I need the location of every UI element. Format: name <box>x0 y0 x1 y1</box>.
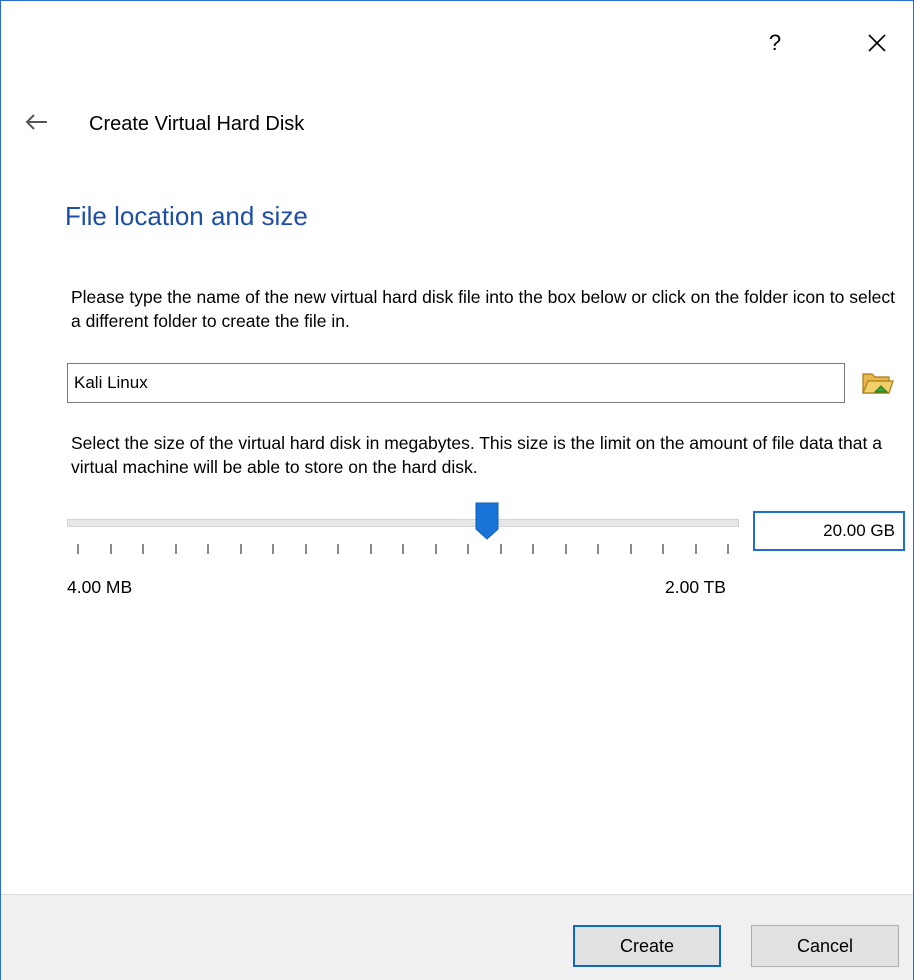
wizard-title: Create Virtual Hard Disk <box>89 113 305 135</box>
back-button[interactable] <box>23 109 53 139</box>
close-icon <box>868 34 886 52</box>
slider-tick <box>694 544 697 554</box>
range-max-label: 2.00 TB <box>665 577 726 597</box>
slider-tick <box>629 544 632 554</box>
slider-tick <box>142 544 144 554</box>
slider-tick <box>207 544 209 554</box>
slider-tick <box>727 544 729 554</box>
slider-tick <box>434 544 437 554</box>
size-slider-thumb[interactable] <box>474 501 500 541</box>
folder-icon <box>862 373 894 394</box>
location-description: Please type the name of the new virtual … <box>71 287 895 331</box>
create-button[interactable]: Create <box>573 925 721 967</box>
size-input[interactable]: 20.00 GB <box>753 511 905 551</box>
slider-tick <box>402 544 404 554</box>
slider-thumb-shape <box>475 502 498 540</box>
slider-tick <box>109 544 112 554</box>
back-arrow-icon <box>25 114 47 130</box>
size-description: Select the size of the virtual hard disk… <box>71 433 882 477</box>
slider-tick <box>467 544 469 554</box>
button-bar: Create Cancel <box>1 894 913 980</box>
title-bar: ? <box>1 1 913 91</box>
create-virtual-hard-disk-dialog: ? Create Virtual Hard Disk File location… <box>0 0 914 980</box>
slider-tick <box>369 544 372 554</box>
choose-folder-button[interactable] <box>859 365 895 399</box>
slider-tick <box>597 544 599 554</box>
slider-tick <box>272 544 274 554</box>
range-min-label: 4.00 MB <box>67 577 133 597</box>
cancel-button[interactable]: Cancel <box>751 925 899 967</box>
size-slider-track[interactable] <box>67 519 739 527</box>
file-name-input[interactable]: Kali Linux <box>67 363 845 403</box>
help-button[interactable]: ? <box>755 23 795 63</box>
slider-tick <box>499 544 502 554</box>
slider-tick <box>304 544 307 554</box>
slider-tick <box>174 544 177 554</box>
slider-tick <box>337 544 339 554</box>
slider-tick <box>77 544 79 554</box>
slider-tick <box>532 544 534 554</box>
page-heading: File location and size <box>65 201 308 231</box>
slider-tick <box>564 544 567 554</box>
slider-tick <box>662 544 664 554</box>
slider-tick <box>239 544 242 554</box>
close-button[interactable] <box>857 23 897 63</box>
